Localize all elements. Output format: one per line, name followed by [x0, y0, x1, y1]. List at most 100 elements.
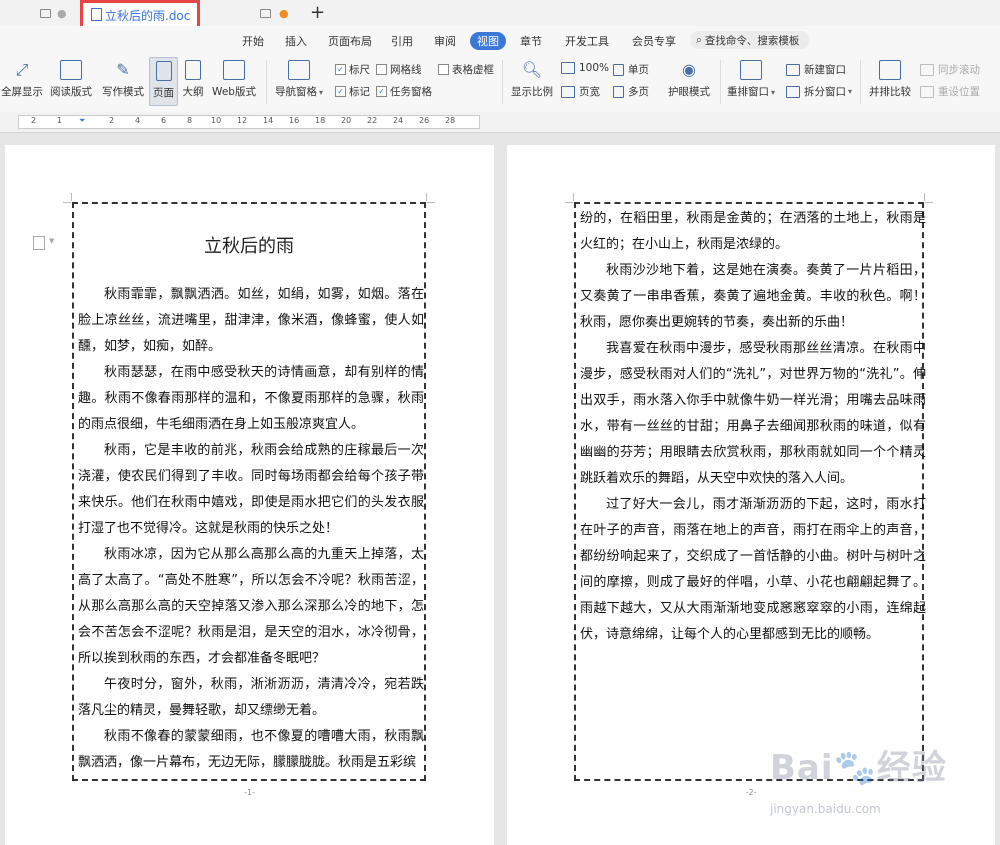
new-window-button[interactable]: 新建窗口	[786, 62, 846, 77]
search-placeholder: 查找命令、搜索模板	[704, 34, 800, 47]
web-layout-button[interactable]: Web版式	[210, 60, 258, 99]
eye-protection-button[interactable]: ◉ 护眼模式	[664, 60, 714, 99]
new-tab-button[interactable]: +	[310, 2, 325, 23]
paragraph: 我喜爱在秋雨中漫步，感受秋雨那丝丝清凉。在秋雨中漫步，感受秋雨对人们的“洗礼”，…	[580, 341, 926, 486]
checkbox-unchecked-icon: ✓	[376, 64, 387, 75]
command-search-box[interactable]: ⌕ 查找命令、搜索模板	[690, 31, 810, 49]
tab-window-control[interactable]: ●	[260, 4, 289, 22]
checkbox-checked-icon: ✓	[376, 86, 387, 97]
writing-mode-button[interactable]: ✎ 写作模式	[100, 60, 146, 99]
single-page-label: 单页	[628, 64, 649, 76]
page-width-label: 页宽	[579, 86, 600, 98]
search-icon: ⌕	[696, 33, 702, 46]
paragraph: 秋雨霏霏，飘飘洒洒。如丝，如绢，如雾，如烟。落在脸上凉丝丝，流进嘴里，甜津津，像…	[78, 287, 424, 354]
document-page-1[interactable]: ▼ 立秋后的雨 秋雨霏霏，飘飘洒洒。如丝，如绢，如雾，如烟。落在脸上凉丝丝，流进…	[5, 145, 494, 845]
margin-corner	[63, 202, 71, 203]
margin-corner	[426, 193, 427, 201]
magnifier-icon: 🔍︎	[521, 60, 543, 79]
chevron-down-icon: ▼	[49, 237, 55, 245]
outline-icon	[185, 60, 201, 80]
new-window-icon	[786, 63, 800, 76]
ruler-checkbox[interactable]: ✓ 标尺	[335, 62, 370, 77]
eye-icon: ◉	[682, 60, 696, 79]
margin-corner	[71, 193, 72, 201]
writing-mode-label: 写作模式	[102, 86, 144, 98]
table-gridlines-checkbox[interactable]: ✓表格虚框	[438, 62, 494, 77]
single-page-button[interactable]: 单页	[613, 62, 649, 77]
split-window-icon	[786, 85, 800, 98]
rearrange-window-button[interactable]: 重排窗口 ▾	[726, 60, 776, 99]
menu-developer[interactable]: 开发工具	[565, 33, 609, 49]
zoom-label: 显示比例	[511, 86, 553, 98]
paragraph: 纷的，在稻田里，秋雨是金黄的；在洒落的土地上，秋雨是火红的；在小山上，秋雨是浓绿…	[580, 211, 926, 252]
outline-view-button[interactable]: 大纲	[180, 60, 206, 99]
checkbox-unchecked-icon: ✓	[438, 64, 449, 75]
marks-label: 标记	[349, 86, 370, 98]
fullscreen-icon: ⤢	[15, 60, 29, 79]
text-frame-page-1[interactable]: 立秋后的雨 秋雨霏霏，飘飘洒洒。如丝，如绢，如雾，如烟。落在脸上凉丝丝，流进嘴里…	[72, 202, 426, 781]
multi-page-label: 多页	[628, 86, 649, 98]
page-view-button[interactable]: 页面	[149, 57, 178, 106]
chevron-down-icon: ▾	[318, 88, 323, 97]
page-2-body: 纷的，在稻田里，秋雨是金黄的；在洒落的土地上，秋雨是火红的；在小山上，秋雨是浓绿…	[580, 206, 926, 648]
task-pane-label: 任务窗格	[390, 86, 432, 98]
page-doc-icon[interactable]	[33, 236, 45, 250]
fullscreen-label: 全屏显示	[1, 86, 43, 98]
side-by-side-button[interactable]: 并排比较	[866, 60, 914, 99]
gridlines-label: 网格线	[390, 64, 422, 76]
menu-member[interactable]: 会员专享	[632, 33, 676, 49]
menu-references[interactable]: 引用	[391, 33, 413, 49]
reset-position-button[interactable]: 重设位置	[920, 84, 980, 99]
tab-dot-icon: ●	[57, 6, 67, 20]
menu-home[interactable]: 开始	[242, 33, 264, 49]
nav-pane-button[interactable]: 导航窗格 ▾	[274, 60, 324, 99]
reading-layout-label: 阅读版式	[50, 86, 92, 98]
task-pane-checkbox[interactable]: ✓ 任务窗格	[376, 84, 432, 99]
ribbon-divider	[720, 60, 721, 104]
sync-scroll-icon	[920, 63, 934, 76]
doc-file-icon	[91, 8, 102, 21]
menu-insert[interactable]: 插入	[285, 33, 307, 49]
chevron-down-icon: ▾	[848, 87, 853, 96]
page-width-button[interactable]: 页宽	[561, 84, 600, 99]
paragraph: 秋雨不像春的蒙蒙细雨，也不像夏的嘈嘈大雨，秋雨飘飘洒洒，像一片幕布，无边无际，朦…	[78, 729, 424, 770]
rearrange-window-label: 重排窗口	[726, 86, 769, 98]
zoom-100-button[interactable]: 100%	[561, 62, 609, 74]
web-icon	[223, 60, 245, 80]
horizontal-ruler[interactable]: 21 ⏷ 24 68 10 12 14 16 18 20 22 24 26 28	[0, 112, 1000, 133]
split-window-label: 拆分窗口	[804, 86, 846, 98]
sync-scroll-button[interactable]: 同步滚动	[920, 62, 980, 77]
page-icon	[155, 61, 172, 81]
paragraph: 过了好大一会儿，雨才渐渐沥沥的下起，这时，雨水打在叶子的声音，雨落在地上的声音，…	[580, 497, 926, 642]
gridlines-checkbox[interactable]: ✓网格线	[376, 62, 422, 77]
margin-corner	[924, 193, 925, 201]
multi-page-button[interactable]: 多页	[613, 84, 649, 99]
menu-chapter[interactable]: 章节	[520, 33, 542, 49]
ribbon-divider	[502, 60, 503, 104]
zoom-button[interactable]: 🔍︎ 显示比例	[508, 60, 556, 99]
page-view-label: 页面	[153, 87, 174, 99]
menu-page-layout[interactable]: 页面布局	[328, 33, 372, 49]
new-window-label: 新建窗口	[804, 64, 846, 76]
split-window-button[interactable]: 拆分窗口 ▾	[786, 84, 852, 99]
paragraph: 秋雨，它是丰收的前兆，秋雨会给成熟的庄稼最后一次浇灌，使农民们得到了丰收。同时每…	[78, 443, 424, 536]
text-frame-page-2[interactable]: 纷的，在稻田里，秋雨是金黄的；在洒落的土地上，秋雨是火红的；在小山上，秋雨是浓绿…	[574, 202, 926, 781]
ribbon-divider	[860, 60, 861, 104]
margin-corner	[427, 202, 435, 203]
tab-bar: ● 立秋后的雨.doc ● +	[0, 0, 1000, 40]
marks-checkbox[interactable]: ✓ 标记	[335, 84, 370, 99]
side-by-side-label: 并排比较	[869, 86, 911, 98]
page-1-body: 秋雨霏霏，飘飘洒洒。如丝，如绢，如雾，如烟。落在脸上凉丝丝，流进嘴里，甜津津，像…	[78, 282, 424, 776]
paragraph: 秋雨冰凉，因为它从那么高那么高的九重天上掉落，太高了太高了。“高处不胜寒”，所以…	[78, 547, 424, 666]
checkbox-checked-icon: ✓	[335, 64, 346, 75]
menu-view[interactable]: 视图	[470, 32, 506, 50]
reading-layout-button[interactable]: 阅读版式	[48, 60, 94, 99]
menu-review[interactable]: 审阅	[434, 33, 456, 49]
chevron-down-icon: ▾	[770, 88, 775, 97]
fullscreen-button[interactable]: ⤢ 全屏显示	[0, 60, 44, 99]
paragraph: 秋雨沙沙地下着，这是她在演奏。奏黄了一片片稻田，又奏黄了一串串香蕉，奏黄了遍地金…	[580, 263, 926, 330]
tab-other-document[interactable]: ●	[40, 4, 67, 22]
margin-corner	[573, 193, 574, 201]
table-gridlines-label: 表格虚框	[452, 64, 494, 76]
page-number: -2-	[745, 788, 757, 797]
